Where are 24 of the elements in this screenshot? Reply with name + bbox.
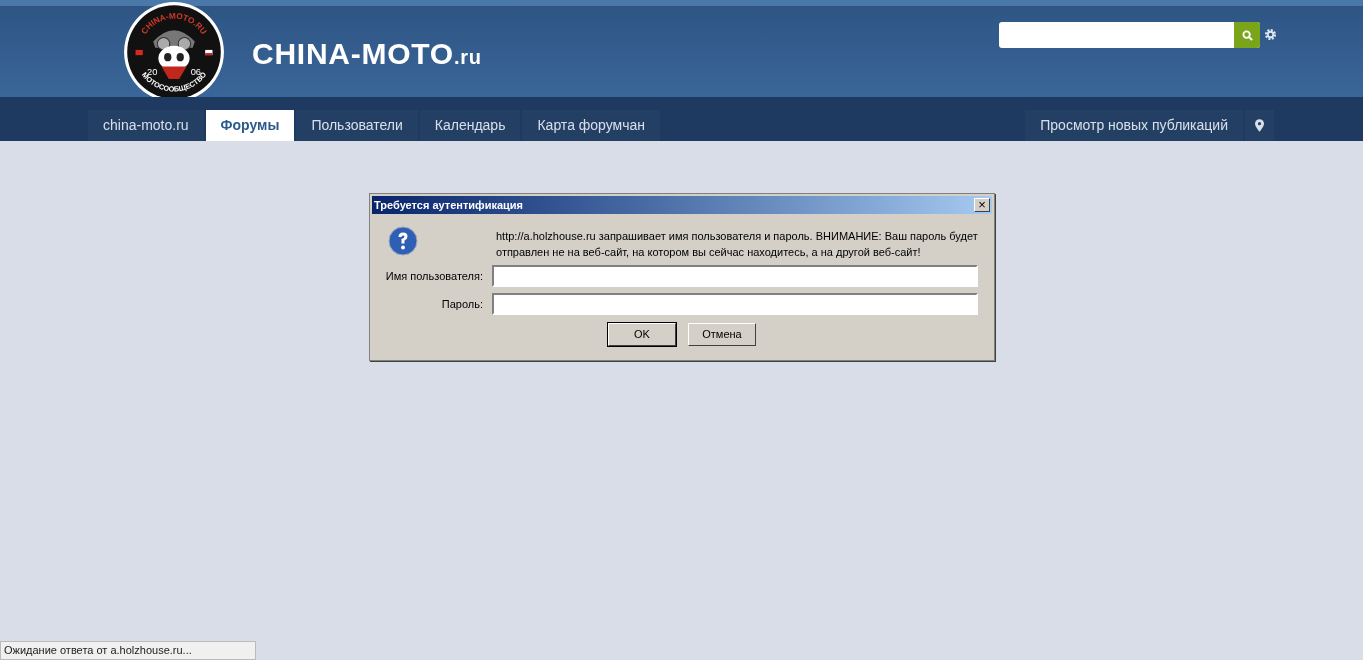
nav-tab[interactable]: Календарь	[419, 110, 521, 141]
search-field[interactable]	[999, 22, 1260, 48]
status-bar: Ожидание ответа от a.holzhouse.ru...	[0, 641, 256, 660]
new-posts-link[interactable]: Просмотр новых публикаций	[1025, 110, 1243, 141]
search-icon	[1241, 29, 1253, 41]
map-pin-button[interactable]	[1245, 110, 1274, 141]
dialog-title: Требуется аутентификация	[374, 197, 524, 213]
nav-tab[interactable]: Пользователи	[296, 110, 418, 141]
input-field[interactable]	[492, 265, 978, 287]
field-label: Пароль:	[440, 296, 483, 312]
dialog-button[interactable]: OK	[608, 323, 676, 346]
search-button[interactable]	[1234, 22, 1260, 48]
close-button[interactable]: ×	[974, 198, 990, 212]
nav-tab[interactable]: Форумы	[205, 110, 295, 141]
input-field[interactable]	[492, 293, 978, 315]
map-pin-icon	[1255, 119, 1264, 132]
settings-icon[interactable]	[1264, 28, 1277, 41]
nav-tab[interactable]: china-moto.ru	[88, 110, 204, 141]
dialog-message: http://a.holzhouse.ru запрашивает имя пользователя и пароль. ВНИМАНИЕ: Ваш пароль будет отправлен не на веб-сайт, на котором вы сейчас находитесь, а на другой веб-сайт!	[496, 229, 978, 260]
field-label: Имя пользователя:	[384, 268, 483, 284]
nav-tab[interactable]: Карта форумчан	[522, 110, 661, 141]
dialog-button[interactable]: Отмена	[688, 323, 756, 346]
site-title: CHINA-MOTO.ru	[252, 36, 482, 72]
question-icon	[388, 226, 418, 256]
